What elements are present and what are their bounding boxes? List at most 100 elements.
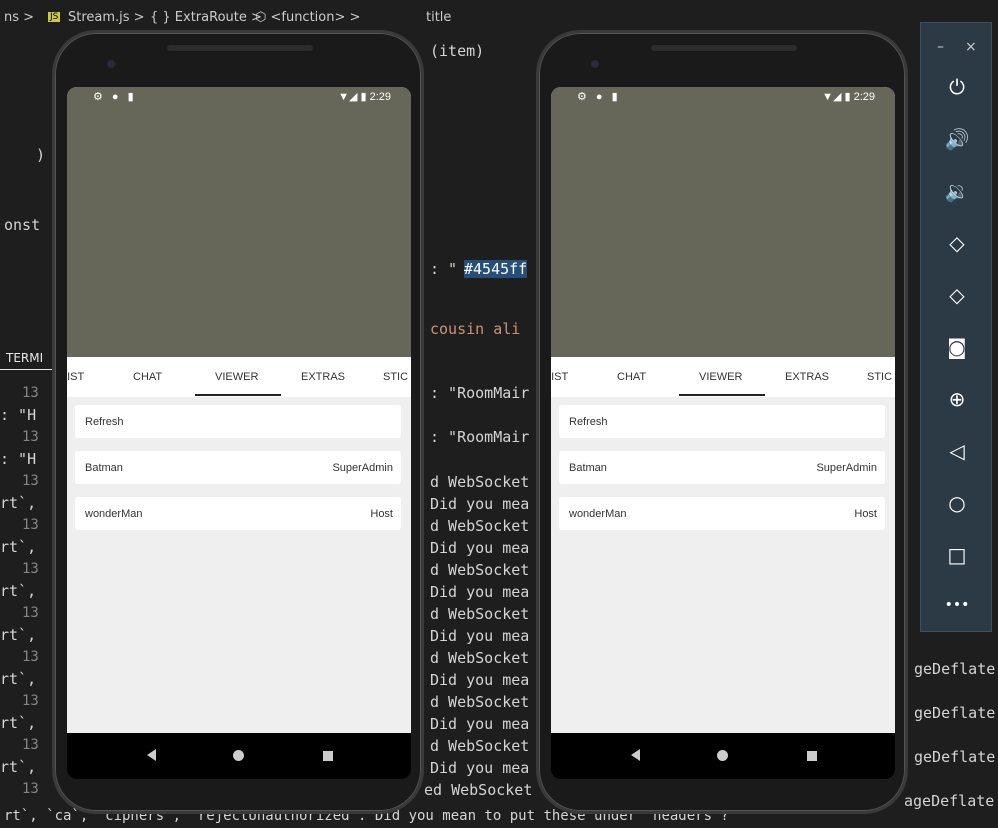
power-icon[interactable]: ⏻: [941, 71, 973, 103]
status-icons: ⚙ ● ▮: [93, 91, 137, 103]
terminal-text: rt`,: [0, 582, 37, 600]
recents-icon[interactable]: [323, 751, 333, 761]
tab-bar: LIST CHAT VIEWER EXTRAS STIC: [551, 357, 895, 397]
back-icon[interactable]: [147, 749, 156, 761]
terminal-text: Did you mea: [430, 715, 530, 733]
emulator-phone-left: ⚙ ● ▮ ▼◢ ▮ 2:29 LIST CHAT VIEWER EXTRAS …: [52, 30, 424, 814]
tab-viewer[interactable]: VIEWER: [215, 371, 258, 383]
row-role: SuperAdmin: [332, 462, 393, 474]
status-icons: ⚙ ● ▮: [577, 91, 621, 103]
terminal-text: rt`,: [0, 538, 37, 556]
selected-code-text: #4545ff: [464, 260, 528, 278]
terminal-text: Did you mea: [430, 583, 530, 601]
tab-list[interactable]: LIST: [67, 371, 84, 383]
terminal-text: ageDeflate: [904, 792, 995, 810]
breadcrumb-item[interactable]: ⬡ <function> >: [255, 10, 360, 25]
code-text: (item): [430, 42, 485, 60]
terminal-text: d WebSocket: [430, 561, 530, 579]
home-icon[interactable]: [233, 750, 244, 761]
zoom-icon[interactable]: ⊕: [941, 383, 973, 415]
tab-chat[interactable]: CHAT: [617, 371, 646, 383]
phone-screen[interactable]: ⚙ ● ▮ ▼◢ ▮ 2:29 LIST CHAT VIEWER EXTRAS …: [67, 87, 411, 733]
code-text: cousin ali: [430, 320, 521, 338]
terminal-text: Did you mea: [430, 539, 530, 557]
list-item[interactable]: Batman SuperAdmin: [559, 451, 885, 484]
row-name: Batman: [85, 462, 123, 474]
breadcrumb-item[interactable]: { } ExtraRoute >: [150, 10, 262, 25]
status-bar: ⚙ ● ▮ ▼◢ ▮ 2:29: [67, 87, 411, 107]
volume-down-icon[interactable]: 🔉: [941, 175, 973, 207]
tab-chat[interactable]: CHAT: [133, 371, 162, 383]
list-item[interactable]: Batman SuperAdmin: [75, 451, 401, 484]
tab-viewer[interactable]: VIEWER: [699, 371, 742, 383]
refresh-row[interactable]: Refresh: [559, 405, 885, 438]
terminal-text: : "RoomMair: [430, 384, 530, 402]
list-item[interactable]: wonderMan Host: [75, 497, 401, 530]
camera-icon[interactable]: ◙: [941, 331, 973, 363]
active-tab-indicator: [679, 394, 765, 396]
front-camera: [591, 60, 599, 68]
terminal-text: d WebSocket: [430, 517, 530, 535]
rotate-left-icon[interactable]: ◇: [941, 227, 973, 259]
overview-icon[interactable]: □: [941, 539, 973, 571]
breadcrumb-item[interactable]: ns >: [4, 10, 34, 25]
code-text: ): [36, 146, 46, 164]
breadcrumb-item[interactable]: title: [426, 10, 451, 25]
rotate-right-icon[interactable]: ◇: [941, 279, 973, 311]
breadcrumb-item[interactable]: Stream.js >: [68, 10, 145, 25]
terminal-text: d WebSocket: [430, 737, 530, 755]
back-icon[interactable]: ◁: [941, 435, 973, 467]
terminal-text: rt`,: [0, 714, 37, 732]
js-file-icon: JS: [48, 12, 61, 22]
line-number: 13: [22, 649, 39, 665]
line-number: 13: [22, 605, 39, 621]
line-number: 13: [22, 473, 39, 489]
row-role: Host: [370, 508, 393, 520]
terminal-text: d WebSocket: [430, 649, 530, 667]
refresh-row[interactable]: Refresh: [75, 405, 401, 438]
row-role: SuperAdmin: [816, 462, 877, 474]
tab-stickers[interactable]: STIC: [867, 371, 892, 383]
list-item[interactable]: wonderMan Host: [559, 497, 885, 530]
code-text: : ": [430, 260, 458, 278]
phone-screen[interactable]: ⚙ ● ▮ ▼◢ ▮ 2:29 LIST CHAT VIEWER EXTRAS …: [551, 87, 895, 733]
speaker-grille: [167, 45, 313, 51]
row-name: Batman: [569, 462, 607, 474]
line-number: 13: [22, 429, 39, 445]
tab-list[interactable]: LIST: [551, 371, 568, 383]
tab-bar: LIST CHAT VIEWER EXTRAS STIC: [67, 357, 411, 397]
terminal-text: rt`,: [0, 758, 37, 776]
tab-extras[interactable]: EXTRAS: [301, 371, 345, 383]
recents-icon[interactable]: [807, 751, 817, 761]
terminal-text: Did you mea: [430, 671, 530, 689]
terminal-text: geDeflate: [914, 704, 996, 722]
close-button[interactable]: ×: [965, 39, 977, 55]
row-name: Refresh: [569, 416, 608, 428]
video-area[interactable]: [551, 107, 895, 357]
terminal-text: rt`,: [0, 670, 37, 688]
emulator-phone-right: ⚙ ● ▮ ▼◢ ▮ 2:29 LIST CHAT VIEWER EXTRAS …: [536, 30, 908, 814]
more-icon[interactable]: •••: [941, 589, 973, 621]
minimize-button[interactable]: –: [937, 39, 944, 55]
status-clock: ▼◢ ▮ 2:29: [338, 91, 391, 103]
terminal-text: geDeflate: [914, 748, 996, 766]
active-tab-indicator: [195, 394, 281, 396]
emulator-toolbar: – × ⏻ 🔊 🔉 ◇ ◇ ◙ ⊕ ◁ ○ □ •••: [920, 22, 992, 632]
terminal-text: rt`,: [0, 626, 37, 644]
breadcrumb: ns > JS Stream.js > { } ExtraRoute > ⬡ <…: [0, 0, 998, 34]
back-icon[interactable]: [631, 749, 640, 761]
video-area[interactable]: [67, 107, 411, 357]
terminal-tab[interactable]: TERMI: [0, 346, 60, 370]
row-role: Host: [854, 508, 877, 520]
line-number: 13: [22, 385, 39, 401]
terminal-text: geDeflate: [914, 660, 996, 678]
row-name: Refresh: [85, 416, 124, 428]
home-icon[interactable]: ○: [941, 487, 973, 519]
line-number: 13: [22, 781, 39, 797]
tab-extras[interactable]: EXTRAS: [785, 371, 829, 383]
tab-stickers[interactable]: STIC: [383, 371, 408, 383]
home-icon[interactable]: [717, 750, 728, 761]
viewer-list: Refresh Batman SuperAdmin wonderMan Host: [67, 397, 411, 733]
volume-up-icon[interactable]: 🔊: [941, 123, 973, 155]
terminal-text: Did you mea: [430, 495, 530, 513]
